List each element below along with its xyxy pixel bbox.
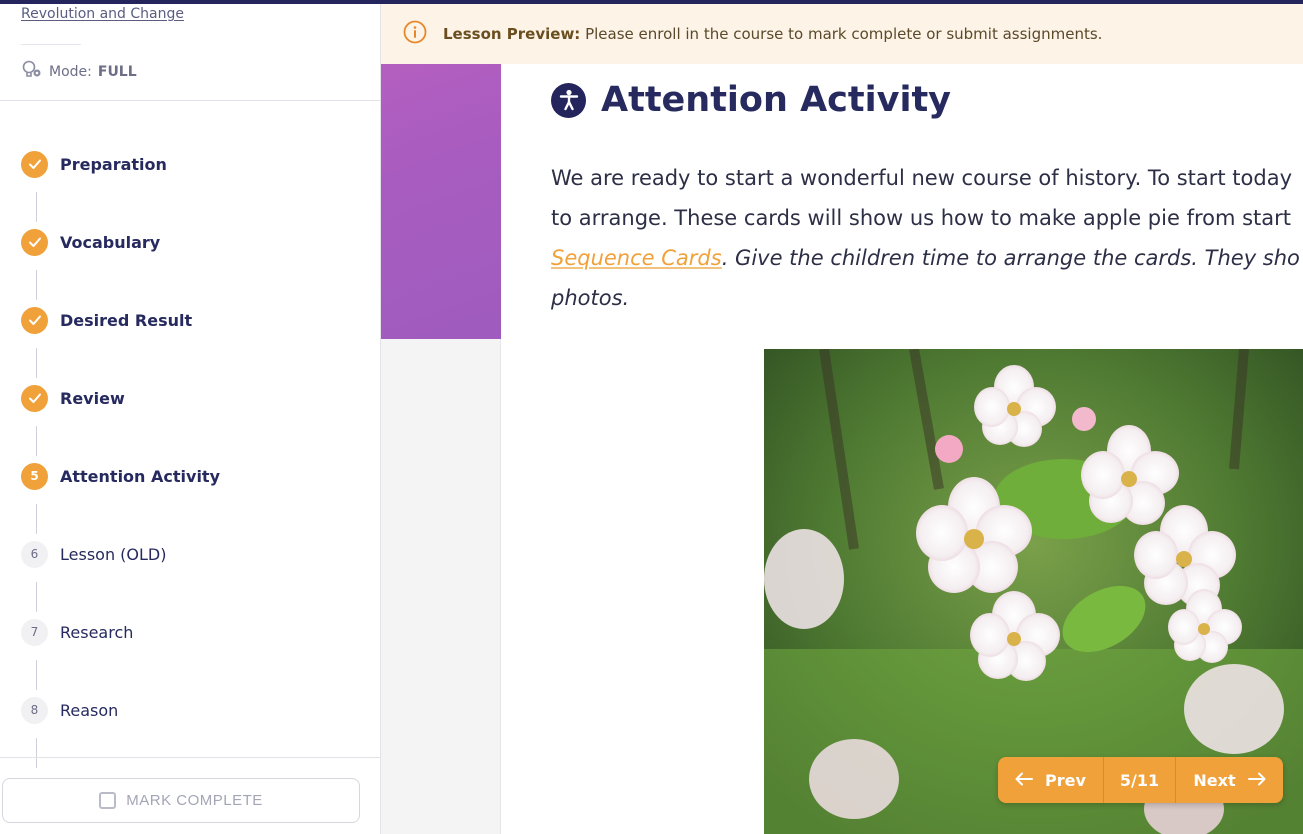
arrow-left-icon — [1015, 771, 1034, 790]
next-label: Next — [1193, 770, 1236, 790]
mode-value: FULL — [97, 64, 137, 80]
step-item-reason[interactable]: 8 Reason — [21, 696, 118, 724]
course-title-link[interactable]: Revolution and Change — [21, 6, 184, 22]
divider — [0, 757, 380, 758]
mark-complete-label: MARK COMPLETE — [126, 792, 263, 809]
prev-button[interactable]: Prev — [998, 757, 1104, 803]
divider — [21, 44, 81, 45]
instruction-text: . Give the children time to arrange the … — [721, 246, 1300, 270]
lesson-pager: Prev 5/11 Next — [998, 757, 1283, 803]
step-connector — [36, 192, 37, 222]
step-label: Reason — [60, 700, 119, 720]
banner-text: Lesson Preview: Please enroll in the cou… — [443, 25, 1102, 43]
paragraph-line: We are ready to start a wonderful new co… — [551, 166, 1293, 190]
paragraph-line: Sequence Cards. Give the children time t… — [551, 238, 1303, 278]
paragraph-line: photos. — [551, 278, 1303, 318]
step-number: 7 — [21, 618, 48, 646]
preview-banner: Lesson Preview: Please enroll in the cou… — [381, 4, 1303, 64]
step-item-desired-result[interactable]: Desired Result — [21, 306, 192, 334]
step-item-attention-activity[interactable]: 5 Attention Activity — [21, 462, 220, 490]
mode-label: Mode: — [49, 64, 92, 80]
lesson-sidebar: Revolution and Change Mode: FULL Prepara… — [0, 4, 381, 834]
divider — [0, 100, 380, 101]
banner-title: Lesson Preview: — [443, 25, 581, 43]
step-connector — [36, 270, 37, 300]
check-icon — [21, 306, 48, 334]
step-label: Attention Activity — [60, 466, 220, 486]
step-item-vocabulary[interactable]: Vocabulary — [21, 228, 160, 256]
arrow-right-icon — [1247, 771, 1266, 790]
check-icon — [21, 228, 48, 256]
check-icon — [21, 150, 48, 178]
step-item-research[interactable]: 7 Research — [21, 618, 133, 646]
prev-label: Prev — [1045, 770, 1086, 790]
step-item-review[interactable]: Review — [21, 384, 125, 412]
step-connector — [36, 660, 37, 690]
banner-message: Please enroll in the course to mark comp… — [585, 25, 1103, 43]
section-color-strip — [381, 64, 501, 339]
step-connector — [36, 582, 37, 612]
step-connector — [36, 504, 37, 534]
step-label: Review — [60, 388, 125, 408]
instruction-text: photos. — [551, 286, 630, 310]
step-item-preparation[interactable]: Preparation — [21, 150, 167, 178]
paragraph-line: to arrange. These cards will show us how… — [551, 206, 1292, 230]
activity-text: We are ready to start a wonderful new co… — [551, 158, 1303, 318]
check-icon — [21, 384, 48, 412]
mode-indicator: Mode: FULL — [21, 60, 137, 84]
section-heading: Attention Activity — [551, 80, 951, 120]
step-number: 8 — [21, 696, 48, 724]
step-item-lesson-old[interactable]: 6 Lesson (OLD) — [21, 540, 166, 568]
sequence-cards-link[interactable]: Sequence Cards — [551, 246, 722, 270]
step-number: 5 — [21, 462, 48, 490]
step-label: Research — [60, 622, 134, 642]
step-connector — [36, 426, 37, 456]
mark-complete-button[interactable]: MARK COMPLETE — [2, 778, 360, 823]
step-connector — [36, 738, 37, 768]
page-position: 5/11 — [1104, 757, 1176, 803]
step-label: Preparation — [60, 154, 167, 174]
step-number: 6 — [21, 540, 48, 568]
side-gutter — [381, 339, 501, 834]
lightbulb-gear-icon — [21, 60, 43, 84]
next-button[interactable]: Next — [1176, 757, 1283, 803]
step-label: Desired Result — [60, 310, 193, 330]
page-title: Attention Activity — [601, 80, 951, 120]
checkbox-icon — [99, 792, 117, 809]
step-label: Vocabulary — [60, 232, 161, 252]
info-icon — [403, 20, 427, 48]
step-connector — [36, 348, 37, 378]
accessibility-icon — [551, 82, 586, 118]
step-label: Lesson (OLD) — [60, 544, 167, 564]
